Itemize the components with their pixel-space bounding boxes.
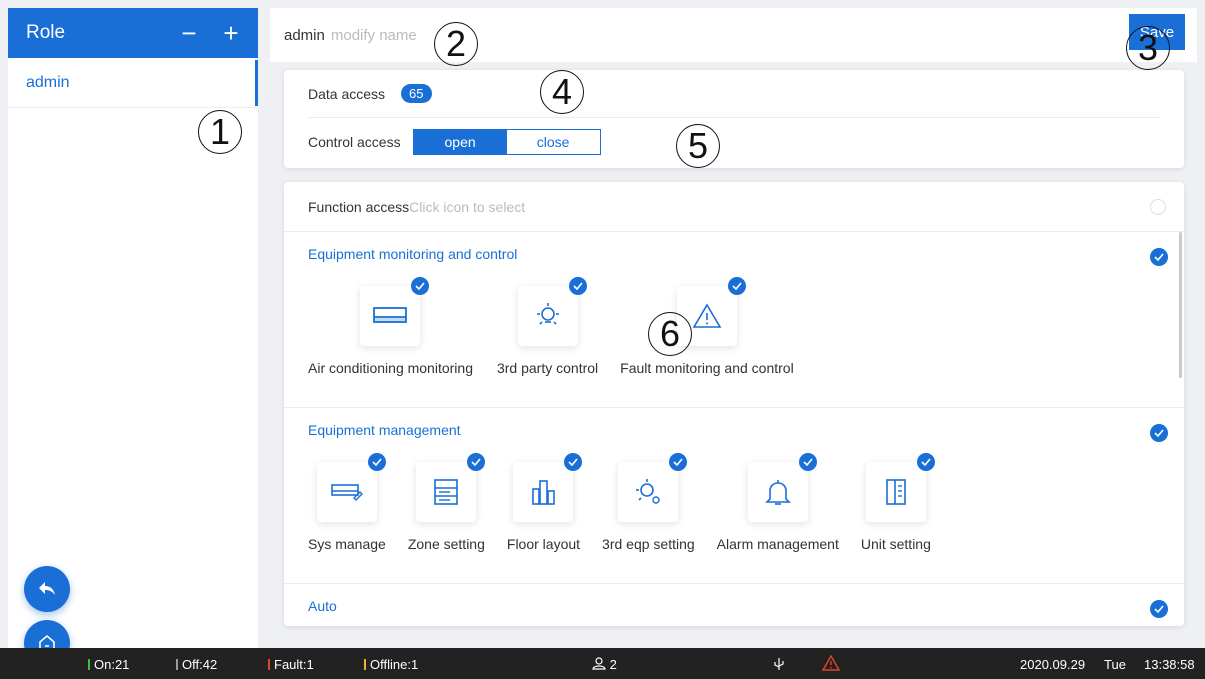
function-group: Equipment management Sys manage Zone set… xyxy=(284,408,1184,584)
bulb-icon[interactable] xyxy=(517,277,587,346)
function-item[interactable]: Fault monitoring and control xyxy=(620,277,794,376)
function-item-label: Fault monitoring and control xyxy=(620,360,794,376)
data-access-badge[interactable]: 65 xyxy=(401,84,432,103)
alarm-warning-icon[interactable] xyxy=(821,654,841,674)
function-group: Auto xyxy=(284,584,1184,626)
status-weekday: Tue xyxy=(1104,657,1126,672)
function-item[interactable]: Zone setting xyxy=(407,453,486,552)
building-icon[interactable] xyxy=(513,453,583,522)
data-access-row: Data access 65 xyxy=(308,70,1160,118)
checked-icon xyxy=(564,453,583,471)
bell-icon[interactable] xyxy=(747,453,817,522)
status-off: Off:42 xyxy=(176,657,217,672)
annotation-marker: 3 xyxy=(1126,26,1170,70)
sys-manage-icon[interactable] xyxy=(316,453,386,522)
group-title: Auto xyxy=(308,598,337,614)
group-check-icon[interactable] xyxy=(1150,600,1168,618)
function-item-label: Unit setting xyxy=(860,536,931,552)
function-item-label: Floor layout xyxy=(506,536,581,552)
back-arrow-icon xyxy=(39,582,55,595)
control-close-option[interactable]: close xyxy=(506,130,600,154)
unit-icon[interactable] xyxy=(865,453,935,522)
function-item-label: Air conditioning monitoring xyxy=(308,360,473,376)
usb-icon xyxy=(774,657,784,674)
checked-icon xyxy=(916,453,935,471)
function-item[interactable]: Unit setting xyxy=(860,453,935,552)
status-on: On:21 xyxy=(88,657,129,672)
checked-icon xyxy=(411,277,430,295)
function-item-label: Sys manage xyxy=(308,536,386,552)
checked-icon xyxy=(467,453,486,471)
function-item-label: 3rd party control xyxy=(496,360,599,376)
control-access-row: Control access open close xyxy=(308,118,1160,166)
control-open-option[interactable]: open xyxy=(413,130,507,154)
checked-icon xyxy=(568,277,587,295)
bulb-gear-icon[interactable] xyxy=(618,453,688,522)
role-item-label: admin xyxy=(26,73,70,91)
add-role-button[interactable]: + xyxy=(216,20,246,46)
function-item[interactable]: Air conditioning monitoring xyxy=(308,277,473,376)
group-title: Equipment monitoring and control xyxy=(308,246,518,262)
control-access-toggle: open close xyxy=(412,129,601,155)
annotation-marker: 1 xyxy=(198,110,242,154)
group-title: Equipment management xyxy=(308,422,461,438)
function-item[interactable]: Alarm management xyxy=(716,453,839,552)
remove-role-button[interactable]: − xyxy=(174,20,204,46)
status-time: 13:38:58 xyxy=(1144,657,1195,672)
role-name: admin xyxy=(284,26,325,44)
function-group: Equipment monitoring and control Air con… xyxy=(284,232,1184,408)
air-conditioner-icon[interactable] xyxy=(360,277,430,346)
annotation-marker: 4 xyxy=(540,70,584,114)
sidebar-title: Role xyxy=(26,22,66,43)
back-button[interactable] xyxy=(24,566,70,612)
role-name-bar: admin Save xyxy=(270,8,1197,62)
checked-icon xyxy=(727,277,746,295)
function-item[interactable]: 3rd eqp setting xyxy=(602,453,695,552)
annotation-marker: 5 xyxy=(676,124,720,168)
status-offline: Offline:1 xyxy=(364,657,418,672)
access-card: Data access 65 Control access open close xyxy=(284,70,1184,168)
function-item-label: Zone setting xyxy=(407,536,485,552)
checked-icon xyxy=(367,453,386,471)
status-fault: Fault:1 xyxy=(268,657,314,672)
user-icon xyxy=(592,657,606,670)
status-bar: On:21 Off:42 Fault:1 Offline:1 2 2020.09… xyxy=(0,648,1205,679)
sidebar-header: Role − + xyxy=(8,8,258,58)
data-access-label: Data access xyxy=(308,85,386,102)
group-check-icon[interactable] xyxy=(1150,248,1168,266)
checked-icon xyxy=(798,453,817,471)
checked-icon xyxy=(669,453,688,471)
function-access-hint: Click icon to select xyxy=(409,198,526,215)
function-item[interactable]: 3rd party control xyxy=(496,277,599,376)
status-date: 2020.09.29 xyxy=(1020,657,1086,672)
function-item[interactable]: Floor layout xyxy=(506,453,583,552)
function-access-header: Function access Click icon to select xyxy=(284,182,1184,232)
zone-icon[interactable] xyxy=(416,453,486,522)
status-users[interactable]: 2 xyxy=(592,657,617,672)
select-all-radio[interactable] xyxy=(1150,199,1166,215)
annotation-marker: 6 xyxy=(648,312,692,356)
role-item-admin[interactable]: admin xyxy=(8,58,258,108)
function-item-label: Alarm management xyxy=(716,536,839,552)
group-check-icon[interactable] xyxy=(1150,424,1168,442)
function-access-title: Function access xyxy=(308,198,410,215)
function-scrollbar[interactable] xyxy=(1179,232,1182,378)
function-item-label: 3rd eqp setting xyxy=(602,536,695,552)
control-access-label: Control access xyxy=(308,134,401,150)
annotation-marker: 2 xyxy=(434,22,478,66)
function-access-card: Function access Click icon to select Equ… xyxy=(284,182,1184,626)
function-item[interactable]: Sys manage xyxy=(308,453,386,552)
role-sidebar: Role − + admin xyxy=(8,8,258,648)
